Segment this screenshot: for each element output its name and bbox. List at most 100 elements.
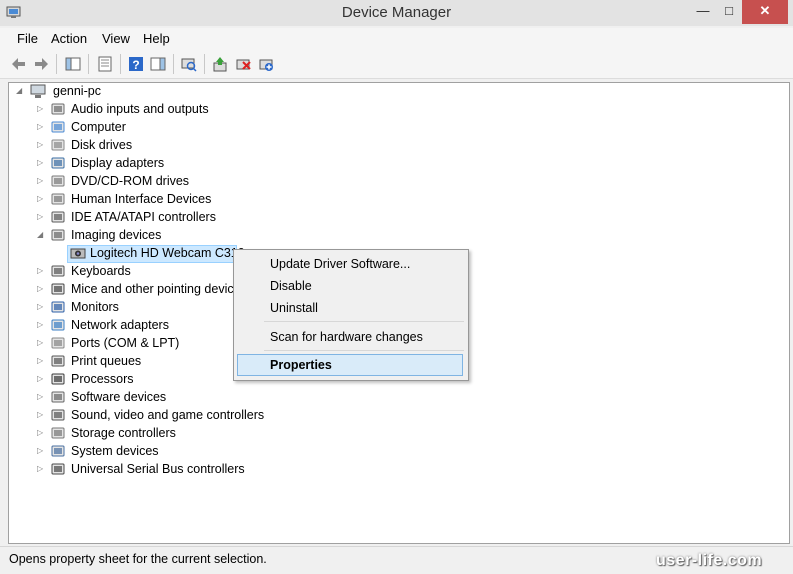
disk-drives-icon xyxy=(50,137,66,153)
expand-arrow-icon[interactable]: ▷ xyxy=(37,338,45,348)
tree-category-label: Software devices xyxy=(71,390,167,404)
window-title: Device Manager xyxy=(341,4,452,21)
collapse-arrow-icon[interactable]: ◢ xyxy=(16,86,24,96)
menu-item-uninstall[interactable]: Uninstall xyxy=(270,301,318,315)
ports-com-lpt-icon xyxy=(50,335,66,351)
tree-category-audio-inputs-and-outputs[interactable]: ▷ Audio inputs and outputs xyxy=(34,100,274,118)
expand-arrow-icon[interactable]: ▷ xyxy=(37,194,45,204)
tree-category-ide-ata-atapi-controllers[interactable]: ▷ IDE ATA/ATAPI controllers xyxy=(34,208,274,226)
human-interface-devices-icon xyxy=(50,191,66,207)
expand-arrow-icon[interactable]: ▷ xyxy=(37,374,45,384)
ide-ata-atapi-controllers-icon xyxy=(50,209,66,225)
tree-category-label: Audio inputs and outputs xyxy=(71,102,209,116)
computer-icon xyxy=(30,83,46,99)
expand-arrow-icon[interactable]: ▷ xyxy=(37,212,45,222)
properties-icon[interactable] xyxy=(95,54,115,74)
status-text: Opens property sheet for the current sel… xyxy=(9,552,267,566)
tree-category-human-interface-devices[interactable]: ▷ Human Interface Devices xyxy=(34,190,274,208)
update-driver-icon[interactable] xyxy=(210,54,230,74)
tree-category-computer[interactable]: ▷ Computer xyxy=(34,118,274,136)
show-hide-console-tree-icon[interactable] xyxy=(63,54,83,74)
tree-category-universal-serial-bus-controllers[interactable]: ▷ Universal Serial Bus controllers xyxy=(34,460,274,478)
print-queues-icon xyxy=(50,353,66,369)
tree-category-label: Network adapters xyxy=(71,318,169,332)
mice-and-other-pointing-devices-icon xyxy=(50,281,66,297)
expand-arrow-icon[interactable]: ▷ xyxy=(37,122,45,132)
expand-arrow-icon[interactable]: ▷ xyxy=(37,284,45,294)
tree-category-label: Computer xyxy=(71,120,126,134)
expand-arrow-icon[interactable]: ▷ xyxy=(37,320,45,330)
tree-category-system-devices[interactable]: ▷ System devices xyxy=(34,442,274,460)
menu-bar: File Action View Help xyxy=(0,28,793,50)
back-arrow-icon[interactable] xyxy=(9,54,29,74)
tree-category-label: Disk drives xyxy=(71,138,133,152)
tree-item-webcam[interactable]: Logitech HD Webcam C310 xyxy=(66,244,245,262)
show-action-pane-icon[interactable] xyxy=(148,54,168,74)
uninstall-device-icon[interactable] xyxy=(233,54,253,74)
expand-arrow-icon[interactable]: ▷ xyxy=(37,464,45,474)
scan-hardware-changes-icon[interactable] xyxy=(179,54,199,74)
menu-view[interactable]: View xyxy=(102,31,130,46)
expand-arrow-icon[interactable]: ▷ xyxy=(37,302,45,312)
menu-separator xyxy=(264,350,464,351)
menu-separator xyxy=(264,321,464,322)
toolbar: ? xyxy=(0,50,793,79)
tree-category-sound-video-and-game-controllers[interactable]: ▷ Sound, video and game controllers xyxy=(34,406,274,424)
svg-text:?: ? xyxy=(132,58,139,72)
expand-arrow-icon[interactable]: ▷ xyxy=(37,410,45,420)
tree-category-storage-controllers[interactable]: ▷ Storage controllers xyxy=(34,424,274,442)
tree-category-label: Imaging devices xyxy=(71,228,162,242)
menu-item-update-driver[interactable]: Update Driver Software... xyxy=(270,257,410,271)
tree-category-label: Human Interface Devices xyxy=(71,192,212,206)
tree-category-disk-drives[interactable]: ▷ Disk drives xyxy=(34,136,274,154)
toolbar-separator xyxy=(120,54,121,74)
universal-serial-bus-controllers-icon xyxy=(50,461,66,477)
computer-icon xyxy=(50,119,66,135)
context-menu: Update Driver Software... Disable Uninst… xyxy=(233,249,469,381)
tree-category-label: Print queues xyxy=(71,354,142,368)
monitors-icon xyxy=(50,299,66,315)
menu-item-properties[interactable]: Properties xyxy=(270,358,332,372)
keyboards-icon xyxy=(50,263,66,279)
menu-item-scan-hardware[interactable]: Scan for hardware changes xyxy=(270,330,423,344)
help-icon[interactable]: ? xyxy=(126,54,146,74)
maximize-button[interactable]: □ xyxy=(716,0,742,24)
device-manager-window: Device Manager — □ ✕ File Action View He… xyxy=(0,0,793,574)
tree-category-display-adapters[interactable]: ▷ Display adapters xyxy=(34,154,274,172)
expand-arrow-icon[interactable]: ▷ xyxy=(37,446,45,456)
expand-arrow-icon[interactable]: ▷ xyxy=(37,266,45,276)
toolbar-separator xyxy=(56,54,57,74)
menu-action[interactable]: Action xyxy=(51,31,87,46)
menu-help[interactable]: Help xyxy=(143,31,170,46)
close-button[interactable]: ✕ xyxy=(742,0,788,24)
tree-category-label: Processors xyxy=(71,372,134,386)
tree-category-label: Mice and other pointing devices xyxy=(71,282,247,296)
forward-arrow-icon[interactable] xyxy=(31,54,51,74)
add-legacy-hardware-icon[interactable] xyxy=(256,54,276,74)
tree-root[interactable]: ◢ genni-pc xyxy=(16,82,216,100)
expand-arrow-icon[interactable]: ▷ xyxy=(37,176,45,186)
tree-category-dvd-cd-rom-drives[interactable]: ▷ DVD/CD-ROM drives xyxy=(34,172,274,190)
system-devices-icon xyxy=(50,443,66,459)
menu-file[interactable]: File xyxy=(17,31,38,46)
expand-arrow-icon[interactable]: ▷ xyxy=(37,140,45,150)
expand-arrow-icon[interactable]: ▷ xyxy=(37,158,45,168)
expand-arrow-icon[interactable]: ▷ xyxy=(37,356,45,366)
software-devices-icon xyxy=(50,389,66,405)
audio-inputs-and-outputs-icon xyxy=(50,101,66,117)
tree-category-software-devices[interactable]: ▷ Software devices xyxy=(34,388,274,406)
tree-category-label: IDE ATA/ATAPI controllers xyxy=(71,210,216,224)
expand-arrow-icon[interactable]: ▷ xyxy=(37,428,45,438)
tree-category-imaging-devices[interactable]: ◢ Imaging devices xyxy=(34,226,274,244)
menu-item-disable[interactable]: Disable xyxy=(270,279,312,293)
collapse-arrow-icon[interactable]: ◢ xyxy=(37,230,45,240)
expand-arrow-icon[interactable]: ▷ xyxy=(37,392,45,402)
minimize-button[interactable]: — xyxy=(690,0,716,24)
expand-arrow-icon[interactable]: ▷ xyxy=(37,104,45,114)
title-bar: Device Manager — □ ✕ xyxy=(0,0,793,26)
tree-category-label: Ports (COM & LPT) xyxy=(71,336,180,350)
tree-category-label: System devices xyxy=(71,444,159,458)
tree-category-label: Keyboards xyxy=(71,264,131,278)
tree-root-label: genni-pc xyxy=(53,84,101,98)
processors-icon xyxy=(50,371,66,387)
